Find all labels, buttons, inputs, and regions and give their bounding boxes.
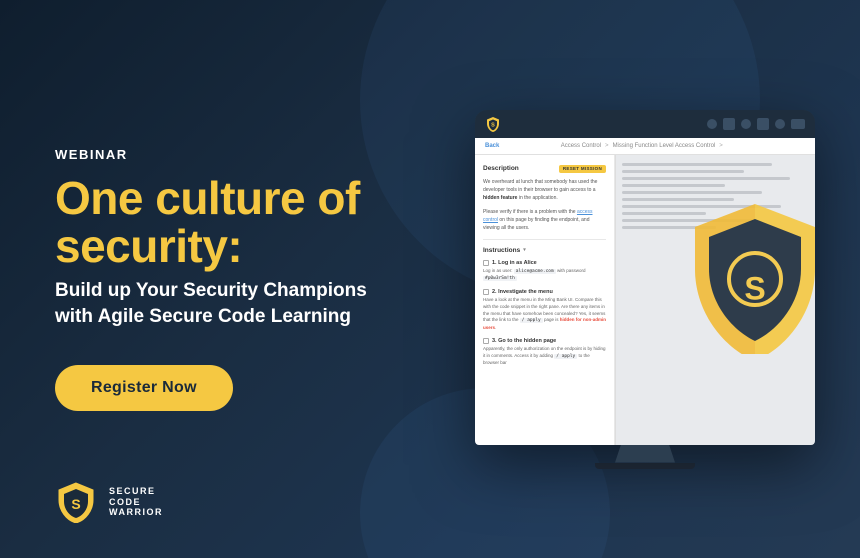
svg-text:S: S (71, 496, 80, 512)
breadcrumb-sep1 (503, 143, 556, 149)
description-header: Description RESET MISSION (483, 165, 606, 173)
shield-svg: S (685, 199, 825, 354)
step-1-title: 1. Log in as Alice (483, 260, 606, 266)
subtitle: Build up Your Security Champions with Ag… (55, 278, 380, 329)
page-container: WEBINAR One culture of security: Build u… (0, 0, 860, 558)
monitor-icon-mail (741, 119, 751, 129)
monitor-icon-user (775, 119, 785, 129)
breadcrumb-sep2: > (605, 143, 609, 149)
breadcrumb-item1: Access Control (561, 143, 601, 149)
step-3-title: 3. Go to the hidden page (483, 338, 606, 344)
app-sidebar: Description RESET MISSION We overheard a… (475, 155, 615, 445)
logo-text-warrior: WARRIOR (109, 507, 163, 518)
step-2-title: 2. Investigate the menu (483, 289, 606, 295)
register-button[interactable]: Register Now (55, 365, 233, 411)
main-title: One culture of security: (55, 174, 380, 271)
left-panel: WEBINAR One culture of security: Build u… (0, 0, 430, 558)
svg-text:S: S (744, 270, 765, 306)
webinar-label: WEBINAR (55, 147, 380, 162)
breadcrumb-sep3: > (719, 143, 723, 149)
monitor-icons (707, 118, 805, 130)
step-2-text: Have a look at the menu in the Míng Bank… (483, 297, 606, 332)
big-shield-decoration: S (685, 199, 825, 359)
logo-area: S SECURE CODE WARRIOR (55, 481, 163, 523)
monitor-icon-bell (757, 118, 769, 130)
monitor-topbar: S (475, 110, 815, 138)
instructions-header: Instructions ▾ (483, 247, 606, 254)
description-text-2: Please verify if there is a problem with… (483, 208, 606, 232)
code-line (622, 191, 762, 194)
logo-shield-icon: S (55, 481, 97, 523)
title-line1: One culture of (55, 172, 360, 224)
step-1-checkbox[interactable] (483, 260, 489, 266)
monitor-stand (615, 445, 675, 463)
code-line (622, 170, 744, 173)
description-text-1: We overheard at lunch that somebody has … (483, 178, 606, 202)
monitor-logo: S (485, 116, 501, 132)
svg-text:S: S (491, 122, 495, 128)
instructions-title-text: Instructions (483, 247, 520, 254)
breadcrumb-item2: Missing Function Level Access Control (613, 143, 716, 149)
step-3-text: Apparently, the only authorization on th… (483, 346, 606, 367)
step-3-checkbox[interactable] (483, 338, 489, 344)
title-line2: security: (55, 220, 242, 272)
monitor-icon-grid (791, 119, 805, 129)
step-3-label: 3. Go to the hidden page (492, 338, 556, 344)
logo-text-secure: SECURE (109, 486, 163, 497)
step-1: 1. Log in as Alice Log in as user: alice… (483, 260, 606, 284)
description-title: Description (483, 165, 519, 172)
code-line (622, 177, 790, 180)
breadcrumb-back[interactable]: Back (485, 143, 499, 149)
chevron-down-icon: ▾ (523, 247, 526, 253)
code-line (622, 184, 725, 187)
reset-mission-badge[interactable]: RESET MISSION (559, 165, 606, 173)
right-panel: S Back (430, 0, 860, 558)
monitor-base (595, 463, 695, 469)
monitor-icon-wifi (707, 119, 717, 129)
monitor-icon-flag (723, 118, 735, 130)
step-1-text: Log in as user: alice@acme.com with pass… (483, 268, 606, 284)
step-2-checkbox[interactable] (483, 289, 489, 295)
logo-text: SECURE CODE WARRIOR (109, 486, 163, 518)
app-breadcrumb: Back Access Control > Missing Function L… (475, 138, 815, 155)
divider (483, 239, 606, 240)
step-1-label: 1. Log in as Alice (492, 260, 537, 266)
step-2-label: 2. Investigate the menu (492, 289, 553, 295)
logo-text-code: CODE (109, 497, 163, 508)
code-line (622, 163, 772, 166)
step-3: 3. Go to the hidden page Apparently, the… (483, 338, 606, 367)
monitor-logo-shield-icon: S (485, 116, 501, 132)
step-2: 2. Investigate the menu Have a look at t… (483, 289, 606, 332)
